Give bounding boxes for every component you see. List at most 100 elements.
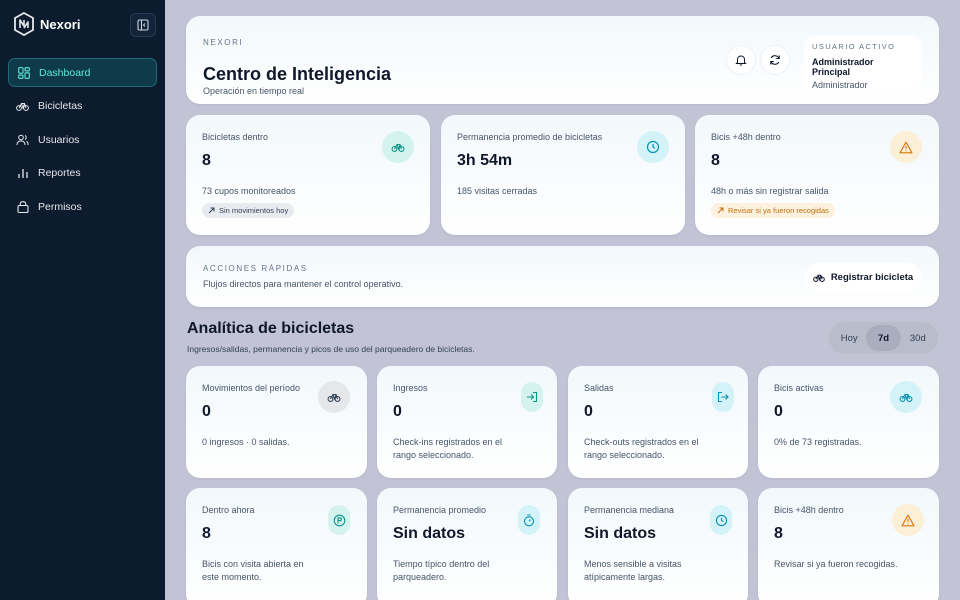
bicycle-icon: [813, 274, 825, 282]
sidebar: Nexori Dashboard Bicicletas Usuarios Rep…: [0, 0, 165, 600]
login-icon: [521, 382, 543, 412]
bicycle-icon: [16, 100, 29, 113]
bar-chart-icon: [16, 167, 29, 180]
collapse-sidebar-button[interactable]: [130, 13, 156, 37]
metric-card-dentro-ahora: Dentro ahora 8 Bicis con visita abierta …: [186, 488, 367, 600]
stat-card-bicis-48h: Bicis +48h dentro 8 48h o más sin regist…: [695, 115, 939, 235]
brand-name: Nexori: [40, 16, 81, 32]
arrow-up-right-icon: [717, 207, 724, 214]
metric-label: Permanencia mediana: [584, 505, 675, 515]
header-eyebrow: NEXORI: [203, 38, 244, 47]
metric-description: Bicis con visita abierta en este momento…: [202, 559, 304, 582]
user-eyebrow: USUARIO ACTIVO: [812, 42, 896, 51]
page-title: Centro de Inteligencia: [203, 64, 392, 84]
sidebar-item-label: Usuarios: [38, 133, 80, 146]
refresh-button[interactable]: [761, 46, 789, 74]
metric-description: Revisar si ya fueron recogidas.: [774, 559, 898, 569]
stat-description: 48h o más sin registrar salida: [711, 186, 829, 196]
range-option-7d[interactable]: 7d: [866, 325, 901, 351]
metric-value: 0: [774, 403, 783, 420]
metric-card-permanencia-mediana: Permanencia mediana Sin datos Menos sens…: [568, 488, 748, 600]
notifications-button[interactable]: [727, 46, 755, 74]
lock-icon: [16, 200, 29, 213]
metric-value: 0: [202, 403, 211, 420]
parking-icon: [328, 505, 350, 535]
sidebar-item-usuarios[interactable]: Usuarios: [8, 125, 157, 154]
range-selector: Hoy 7d 30d: [829, 322, 938, 354]
stat-card-bicicletas-dentro: Bicicletas dentro 8 73 cupos monitoreado…: [186, 115, 430, 235]
dashboard-icon: [17, 66, 30, 79]
stat-label: Bicicletas dentro: [202, 132, 269, 142]
actions-eyebrow: ACCIONES RÁPIDAS: [203, 264, 308, 273]
metric-card-bicis-48h: Bicis +48h dentro 8 Revisar si ya fueron…: [758, 488, 939, 600]
sidebar-item-permisos[interactable]: Permisos: [8, 192, 157, 221]
metric-card-ingresos: Ingresos 0 Check-ins registrados en el r…: [377, 366, 557, 478]
status-badge-label: Sin movimientos hoy: [219, 206, 289, 215]
metric-value: 0: [393, 403, 402, 420]
bicycle-icon: [318, 381, 350, 413]
metric-label: Permanencia promedio: [393, 505, 487, 515]
metric-card-movimientos: Movimientos del período 0 0 ingresos · 0…: [186, 366, 367, 478]
metric-value: Sin datos: [584, 525, 657, 542]
bicycle-icon: [382, 131, 414, 163]
clock-icon: [710, 505, 732, 535]
stat-value: 3h 54m: [457, 152, 513, 169]
metric-card-bicis-activas: Bicis activas 0 0% de 73 registradas.: [758, 366, 939, 478]
stat-description: 185 visitas cerradas: [457, 186, 538, 196]
stat-label: Permanencia promedio de bicicletas: [457, 132, 603, 142]
warning-icon: [890, 131, 922, 163]
warning-badge: Revisar si ya fueron recogidas: [711, 203, 835, 218]
metric-value: Sin datos: [393, 525, 466, 542]
panel-collapse-icon: [137, 19, 149, 31]
metric-label: Bicis +48h dentro: [774, 505, 844, 515]
clock-icon: [637, 131, 669, 163]
stat-label: Bicis +48h dentro: [711, 132, 781, 142]
active-user-box[interactable]: USUARIO ACTIVO Administrador Principal A…: [804, 36, 922, 90]
range-option-hoy[interactable]: Hoy: [832, 325, 866, 351]
users-icon: [16, 133, 29, 146]
quick-actions-card: ACCIONES RÁPIDAS Flujos directos para ma…: [186, 246, 939, 307]
header-card: NEXORI Centro de Inteligencia Operación …: [186, 16, 939, 104]
stat-description: 73 cupos monitoreados: [202, 186, 296, 196]
analytics-title: Analítica de bicicletas: [187, 320, 355, 337]
metric-description: Check-outs registrados en el rango selec…: [584, 437, 699, 460]
metric-description: 0% de 73 registradas.: [774, 437, 862, 447]
metric-card-salidas: Salidas 0 Check-outs registrados en el r…: [568, 366, 748, 478]
sidebar-item-dashboard[interactable]: Dashboard: [8, 58, 157, 87]
range-option-30d[interactable]: 30d: [901, 325, 935, 351]
metric-description: Check-ins registrados en el rango selecc…: [393, 437, 503, 460]
warning-icon: [892, 504, 924, 536]
metric-description: Menos sensible a visitas atípicamente la…: [584, 559, 682, 582]
metric-value: 8: [774, 525, 783, 542]
sidebar-item-label: Permisos: [38, 200, 82, 213]
metric-card-permanencia-promedio: Permanencia promedio Sin datos Tiempo tí…: [377, 488, 557, 600]
stat-card-permanencia-promedio: Permanencia promedio de bicicletas 3h 54…: [441, 115, 685, 235]
metric-value: 8: [202, 525, 211, 542]
stat-value: 8: [711, 152, 720, 169]
sidebar-nav: Dashboard Bicicletas Usuarios Reportes P…: [8, 58, 157, 226]
sidebar-item-label: Dashboard: [39, 66, 91, 79]
metric-label: Movimientos del período: [202, 383, 301, 393]
warning-badge-label: Revisar si ya fueron recogidas: [728, 206, 829, 215]
logout-icon: [712, 382, 734, 412]
metric-label: Ingresos: [393, 383, 428, 393]
metric-label: Dentro ahora: [202, 505, 255, 515]
page-subtitle: Operación en tiempo real: [203, 86, 305, 96]
refresh-icon: [770, 55, 780, 65]
analytics-subtitle: Ingresos/salidas, permanencia y picos de…: [187, 344, 475, 354]
sidebar-item-reportes[interactable]: Reportes: [8, 159, 157, 188]
sidebar-item-label: Bicicletas: [38, 100, 83, 112]
timer-icon: [518, 505, 540, 535]
brand[interactable]: Nexori: [14, 12, 80, 36]
metric-description: 0 ingresos · 0 salidas.: [202, 437, 290, 447]
metric-description: Tiempo típico dentro del parqueadero.: [393, 559, 490, 582]
actions-subtitle: Flujos directos para mantener el control…: [203, 279, 404, 289]
sidebar-item-bicicletas[interactable]: Bicicletas: [8, 92, 157, 121]
user-name: Administrador Principal: [812, 57, 874, 77]
nexori-logo-icon: [14, 12, 34, 36]
metric-label: Bicis activas: [774, 383, 824, 393]
register-bicycle-label: Registrar bicicleta: [830, 271, 914, 283]
arrow-up-right-icon: [208, 207, 215, 214]
status-badge: Sin movimientos hoy: [202, 203, 295, 218]
register-bicycle-button[interactable]: Registrar bicicleta: [805, 263, 921, 291]
